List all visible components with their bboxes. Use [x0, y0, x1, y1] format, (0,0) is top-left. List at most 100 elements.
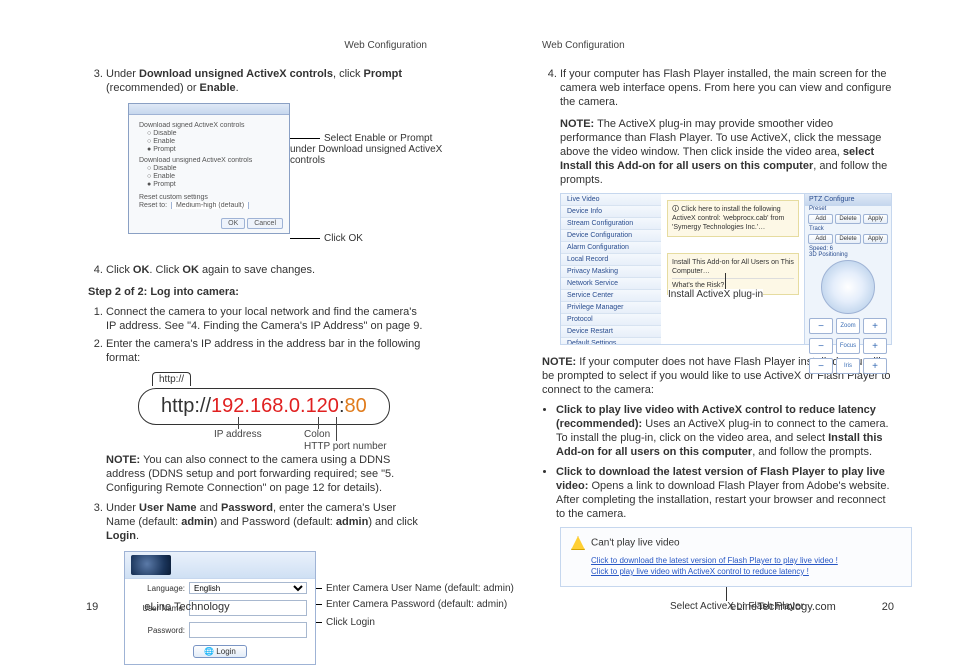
note-activex: NOTE: The ActiveX plug-in may provide sm… — [560, 117, 894, 187]
webui-sidebar: Live Video Device Info Stream Configurat… — [561, 194, 662, 344]
activex-bar[interactable]: 🛈 Click here to install the following Ac… — [667, 200, 799, 237]
login-header — [125, 552, 315, 579]
steps-right: If your computer has Flash Player instal… — [542, 67, 894, 109]
dialog-radio-disable: ○ Disable — [139, 130, 283, 137]
sidebar-item[interactable]: Service Center — [561, 290, 661, 302]
sidebar-item[interactable]: Live Video — [561, 194, 661, 206]
url-tab: http:// — [152, 372, 191, 386]
ptz-preset-buttons: Add Delete Apply — [805, 212, 891, 226]
page-number: 20 — [882, 601, 894, 613]
minus-icon[interactable]: − — [809, 318, 833, 334]
url-ip: 192.168.0.120 — [211, 395, 339, 417]
s2-step1: Connect the camera to your local network… — [106, 305, 427, 333]
steps-left-a: Under Download unsigned ActiveX controls… — [88, 67, 427, 95]
dialog-radio-enable2: ○ Enable — [139, 173, 283, 180]
callout-install-activex: Install ActiveX plug-in — [668, 289, 763, 300]
dialog-radio-disable2: ○ Disable — [139, 165, 283, 172]
minus-icon[interactable]: − — [809, 358, 833, 374]
callout-login: Click Login — [316, 617, 375, 628]
camera-lens-icon — [131, 555, 171, 575]
sidebar-item[interactable]: Network Service — [561, 278, 661, 290]
sidebar-item[interactable]: Stream Configuration — [561, 218, 661, 230]
ptz-apply-button[interactable]: Apply — [863, 214, 888, 224]
s2-step3: Under User Name and Password, enter the … — [106, 501, 427, 543]
step-4-right: If your computer has Flash Player instal… — [560, 67, 894, 109]
webui-figure: Live Video Device Info Stream Configurat… — [560, 193, 894, 345]
link-download-flash[interactable]: Click to download the latest version of … — [591, 556, 901, 565]
footer-left: 19 eLine Technology — [86, 601, 427, 613]
callout-download: Select Enable or Prompt under Download u… — [290, 133, 450, 166]
steps-2of2-b: Under User Name and Password, enter the … — [88, 501, 427, 543]
ptz-add-button[interactable]: Add — [808, 214, 833, 224]
step-4-left: Click OK. Click OK again to save changes… — [106, 263, 427, 277]
dialog-reset-label: Reset custom settings — [139, 194, 283, 201]
url-figure: http:// http://192.168.0.120:80 IP addre… — [138, 373, 427, 443]
dialog-radio-prompt2: ● Prompt — [139, 181, 283, 188]
login-language-select[interactable]: English — [189, 582, 307, 594]
cantplay-panel: Can't play live video Click to download … — [560, 527, 912, 587]
sidebar-item[interactable]: Device Configuration — [561, 230, 661, 242]
login-pass-input[interactable] — [189, 622, 307, 638]
ptz-3d-label: 3D Positioning — [805, 252, 891, 258]
url-port: 80 — [345, 395, 367, 417]
sidebar-item[interactable]: Privilege Manager — [561, 302, 661, 314]
dialog-radio-enable: ○ Enable — [139, 138, 283, 145]
steps-2of2: Connect the camera to your local network… — [88, 305, 427, 365]
ptz-track-buttons: Add Delete Apply — [805, 232, 891, 246]
sidebar-item[interactable]: Local Record — [561, 254, 661, 266]
login-language-row: Language: English — [125, 579, 315, 597]
footer-right: 20 eLineTechnology.com — [542, 601, 894, 613]
callout-click-ok: Click OK — [290, 233, 363, 244]
footer-text: eLine Technology — [144, 601, 229, 613]
dialog-ok-button[interactable]: OK — [221, 218, 245, 229]
sidebar-item[interactable]: Alarm Configuration — [561, 242, 661, 254]
dialog-figure: Download signed ActiveX controls ○ Disab… — [88, 103, 427, 263]
url-prefix: http:// — [161, 395, 211, 417]
login-figure: Language: English User Name: Password: 🌐… — [88, 551, 427, 639]
dialog-item-2: Download unsigned ActiveX controls — [139, 157, 283, 164]
ptz-delete-button[interactable]: Delete — [835, 214, 860, 224]
url-sub-port: HTTP port number — [304, 441, 387, 452]
cantplay-title: Can't play live video — [571, 536, 901, 550]
minus-icon[interactable]: − — [809, 338, 833, 354]
option-activex: Click to play live video with ActiveX co… — [556, 403, 894, 459]
page-header-left: Web Configuration — [88, 40, 427, 51]
plus-icon[interactable]: + — [863, 358, 887, 374]
sidebar-item[interactable]: Device Restart — [561, 326, 661, 338]
webui-panel: Live Video Device Info Stream Configurat… — [560, 193, 892, 345]
cantplay-figure: Can't play live video Click to download … — [560, 527, 894, 587]
link-use-activex[interactable]: Click to play live video with ActiveX co… — [591, 567, 901, 576]
sidebar-item[interactable]: Protocol — [561, 314, 661, 326]
ptz-zoom-label: Zoom — [836, 318, 860, 334]
sidebar-item[interactable]: Privacy Masking — [561, 266, 661, 278]
warning-icon — [571, 536, 585, 550]
plus-icon[interactable]: + — [863, 318, 887, 334]
sidebar-item[interactable]: Device Info — [561, 206, 661, 218]
ptz-focus-label: Focus — [836, 338, 860, 354]
options-list: Click to play live video with ActiveX co… — [556, 403, 894, 521]
url-box: http://192.168.0.120:80 — [138, 388, 390, 425]
dialog-reset-select: Medium-high (default) — [171, 202, 249, 209]
left-page: Web Configuration Under Download unsigne… — [0, 0, 477, 647]
ptz-wheel-icon[interactable] — [821, 260, 875, 314]
ptz-delete-button[interactable]: Delete — [835, 234, 860, 244]
login-pass-label: Password: — [133, 626, 185, 635]
dialog-cancel-button[interactable]: Cancel — [247, 218, 283, 229]
footer-text: eLineTechnology.com — [730, 601, 836, 613]
ptz-iris-label: Iris — [836, 358, 860, 374]
ptz-header: PTZ Configure — [805, 194, 891, 206]
dialog-reset-row: Reset to: Medium-high (default) — [139, 202, 283, 209]
url-sub-ip: IP address — [214, 429, 262, 440]
dialog-radio-prompt: ● Prompt — [139, 146, 283, 153]
login-pass-row: Password: — [125, 619, 315, 641]
ptz-iris-row: −Iris+ — [805, 356, 891, 376]
page-number: 19 — [86, 601, 98, 613]
ptz-focus-row: −Focus+ — [805, 336, 891, 356]
plus-icon[interactable]: + — [863, 338, 887, 354]
ptz-apply-button[interactable]: Apply — [863, 234, 888, 244]
ptz-add-button[interactable]: Add — [808, 234, 833, 244]
dialog-body: Download signed ActiveX controls ○ Disab… — [129, 115, 289, 216]
webui-main: 🛈 Click here to install the following Ac… — [661, 194, 805, 344]
step-3: Under Download unsigned ActiveX controls… — [106, 67, 427, 95]
sidebar-item[interactable]: Default Settings — [561, 338, 661, 344]
